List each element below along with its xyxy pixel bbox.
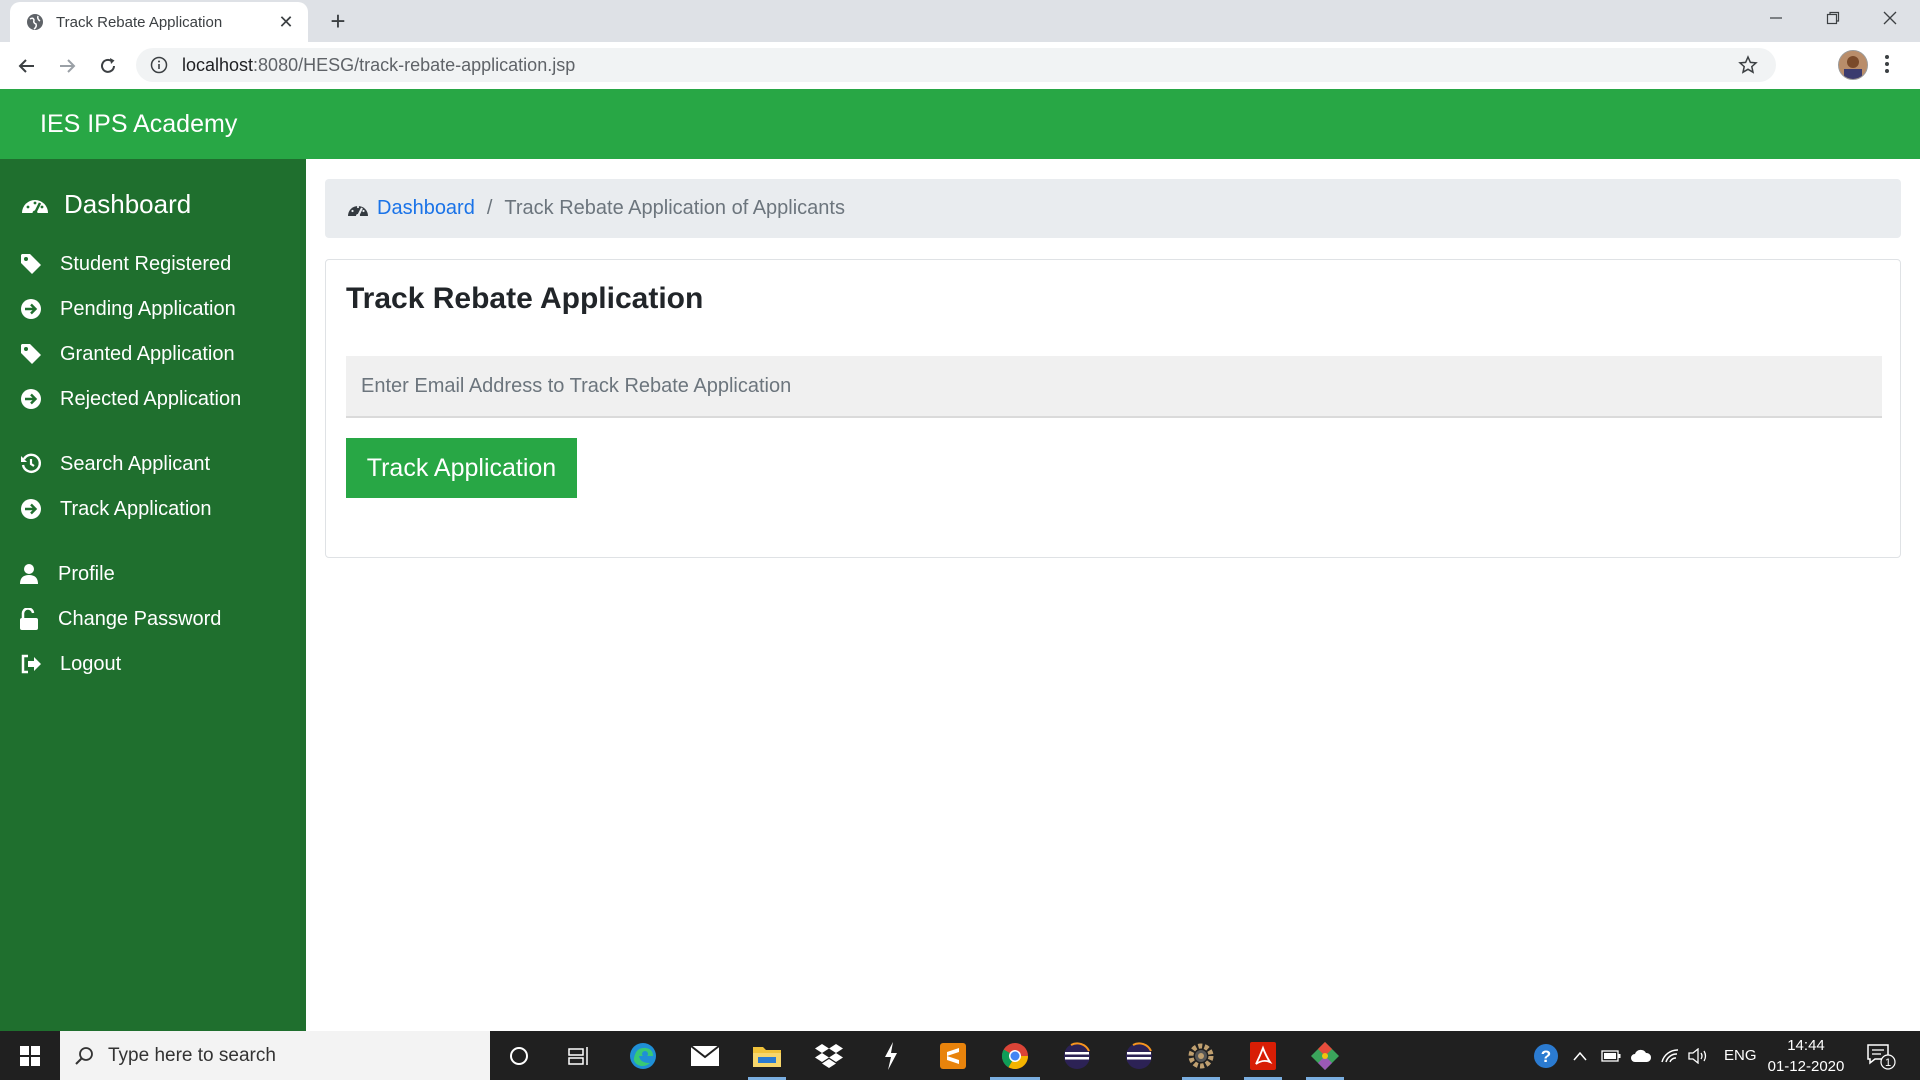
- unlock-icon: [20, 607, 44, 631]
- browser-tab-active[interactable]: Track Rebate Application ✕: [10, 2, 308, 42]
- close-window-icon[interactable]: [1862, 0, 1918, 36]
- tag-icon: [20, 342, 46, 366]
- reload-icon[interactable]: [92, 50, 124, 82]
- svg-text:?: ?: [1541, 1047, 1551, 1066]
- forward-arrow-icon[interactable]: [51, 50, 83, 82]
- onedrive-cloud-icon[interactable]: [1630, 1031, 1652, 1080]
- settings-gear-icon[interactable]: [1172, 1031, 1230, 1080]
- mail-icon[interactable]: [676, 1031, 734, 1080]
- tachometer-icon: [20, 193, 50, 217]
- sidebar-item-pending-application[interactable]: Pending Application: [20, 297, 236, 321]
- acrobat-reader-icon[interactable]: [1234, 1031, 1292, 1080]
- info-icon[interactable]: [150, 56, 168, 74]
- sidebar-item-change-password[interactable]: Change Password: [20, 607, 221, 631]
- app-header: IES IPS Academy: [0, 89, 1920, 159]
- sidebar-item-label: Search Applicant: [60, 452, 211, 475]
- taskbar-clock[interactable]: 14:44 01-12-2020: [1764, 1035, 1848, 1077]
- menu-kebab-icon[interactable]: [1884, 54, 1890, 74]
- breadcrumb-separator: /: [486, 197, 493, 219]
- eclipse-ide-icon-2[interactable]: [1110, 1031, 1168, 1080]
- search-icon: [74, 1046, 94, 1066]
- windows-taskbar: Type here to search ? ENG 14:44 01-12-20…: [0, 1031, 1920, 1080]
- track-application-button[interactable]: Track Application: [346, 438, 577, 498]
- main-content: Dashboard / Track Rebate Application of …: [306, 159, 1920, 1031]
- sidebar-item-logout[interactable]: Logout: [20, 652, 121, 676]
- sidebar-item-label: Change Password: [58, 607, 222, 630]
- action-center-icon[interactable]: 1: [1866, 1031, 1896, 1080]
- sidebar-item-label: Student Registered: [60, 252, 232, 275]
- sidebar-item-dashboard[interactable]: Dashboard: [20, 189, 191, 220]
- breadcrumb-dashboard-link[interactable]: Dashboard: [377, 197, 475, 220]
- url-text: localhost:8080/HESG/track-rebate-applica…: [182, 55, 575, 76]
- language-indicator[interactable]: ENG: [1724, 1031, 1757, 1080]
- sidebar-item-label: Pending Application: [60, 297, 236, 320]
- help-question-icon[interactable]: ?: [1532, 1031, 1560, 1080]
- breadcrumb-current: Track Rebate Application of Applicants: [504, 197, 845, 219]
- sidebar-item-search-applicant[interactable]: Search Applicant: [20, 452, 210, 476]
- sidebar-item-label: Profile: [58, 562, 115, 585]
- url-path: :8080/HESG/track-rebate-application.jsp: [253, 54, 576, 75]
- lightning-app-icon[interactable]: [862, 1031, 920, 1080]
- globe-icon: [26, 13, 44, 31]
- sidebar-item-track-application[interactable]: Track Application: [20, 497, 212, 521]
- sidebar: Dashboard Student Registered Pending App…: [0, 159, 306, 1031]
- sign-out-icon: [20, 652, 46, 676]
- new-tab-button[interactable]: +: [325, 6, 351, 36]
- eclipse-ide-icon[interactable]: [1048, 1031, 1106, 1080]
- email-field[interactable]: [346, 356, 1882, 418]
- restore-icon[interactable]: [1805, 0, 1861, 36]
- arrow-circle-right-icon: [20, 297, 46, 321]
- tag-icon: [20, 252, 46, 276]
- dropbox-icon[interactable]: [800, 1031, 858, 1080]
- notification-count: 1: [1885, 1057, 1891, 1069]
- edge-browser-icon[interactable]: [614, 1031, 672, 1080]
- wifi-icon[interactable]: [1660, 1031, 1680, 1080]
- user-icon: [20, 562, 44, 586]
- taskbar-search-placeholder: Type here to search: [108, 1044, 276, 1066]
- battery-icon[interactable]: [1601, 1031, 1621, 1080]
- volume-icon[interactable]: [1688, 1031, 1710, 1080]
- history-icon: [20, 452, 46, 476]
- minimize-icon[interactable]: [1748, 0, 1804, 36]
- tab-title: Track Rebate Application: [56, 13, 223, 31]
- page-title: Track Rebate Application: [346, 282, 704, 315]
- sidebar-item-granted-application[interactable]: Granted Application: [20, 342, 235, 366]
- arrow-circle-right-icon: [20, 387, 46, 411]
- cortana-icon[interactable]: [490, 1031, 548, 1080]
- sidebar-item-label: Track Application: [60, 497, 212, 520]
- profile-avatar[interactable]: [1838, 50, 1868, 80]
- breadcrumb: Dashboard / Track Rebate Application of …: [325, 179, 1901, 238]
- chrome-icon[interactable]: [986, 1031, 1044, 1080]
- tachometer-icon: [347, 200, 369, 218]
- clock-date: 01-12-2020: [1767, 1058, 1845, 1075]
- address-bar[interactable]: localhost:8080/HESG/track-rebate-applica…: [136, 48, 1776, 82]
- file-explorer-icon[interactable]: [738, 1031, 796, 1080]
- windows-start-icon[interactable]: [0, 1031, 60, 1080]
- sidebar-item-profile[interactable]: Profile: [20, 562, 115, 586]
- sidebar-item-rejected-application[interactable]: Rejected Application: [20, 387, 241, 411]
- task-view-icon[interactable]: [550, 1031, 608, 1080]
- back-arrow-icon[interactable]: [11, 50, 43, 82]
- taskbar-search-box[interactable]: Type here to search: [60, 1031, 490, 1080]
- brand-title[interactable]: IES IPS Academy: [40, 110, 237, 139]
- arrow-circle-right-icon: [20, 497, 46, 521]
- browser-toolbar: localhost:8080/HESG/track-rebate-applica…: [0, 42, 1920, 90]
- sidebar-item-label: Rejected Application: [60, 387, 242, 410]
- close-tab-icon[interactable]: ✕: [276, 12, 296, 32]
- bookmark-star-icon[interactable]: [1738, 55, 1758, 75]
- sidebar-item-label: Granted Application: [60, 342, 235, 365]
- sidebar-item-label: Dashboard: [64, 189, 192, 219]
- browser-tab-strip: Track Rebate Application ✕ +: [0, 0, 1920, 42]
- track-card: Track Rebate Application Track Applicati…: [325, 259, 1901, 558]
- git-tool-icon[interactable]: [1296, 1031, 1354, 1080]
- clock-time: 14:44: [1787, 1037, 1825, 1054]
- url-host: localhost: [182, 54, 254, 75]
- sidebar-item-student-registered[interactable]: Student Registered: [20, 252, 231, 276]
- chevron-up-icon[interactable]: [1573, 1031, 1587, 1080]
- sidebar-item-label: Logout: [60, 652, 122, 675]
- sublime-text-icon[interactable]: [924, 1031, 982, 1080]
